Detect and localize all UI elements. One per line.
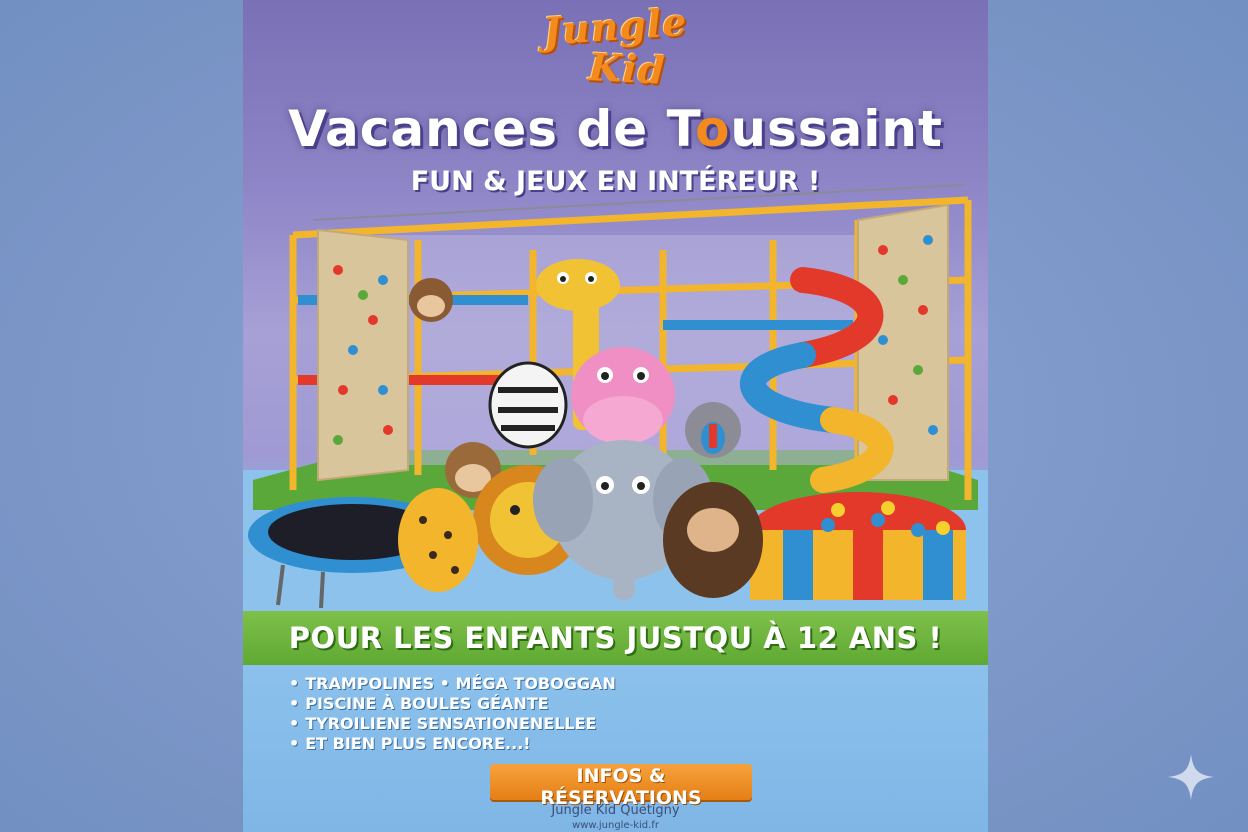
feature-list: TRAMPOLINES • MÉGA TOBOGGAN PISCINE À BO… xyxy=(289,674,749,754)
sparkle-icon xyxy=(1168,754,1214,800)
cheetah-character xyxy=(398,488,478,592)
climbing-wall-left xyxy=(317,228,409,482)
poster-headline: Vacances de Toussaint xyxy=(243,100,988,158)
zebra-character xyxy=(488,361,568,449)
jungle-kid-logo: Jungle Kid xyxy=(541,0,689,98)
event-poster: Jungle Kid Vacances de Toussaint FUN & J… xyxy=(243,0,988,832)
headline-part-1: Vacances de T xyxy=(288,100,696,158)
hippo-character xyxy=(571,347,675,444)
feature-item: ET BIEN PLUS ENCORE...! xyxy=(289,734,749,754)
feature-item: PISCINE À BOULES GÉANTE xyxy=(289,694,749,714)
venue-name: Jungle Kid Quetigny xyxy=(551,803,680,818)
logo-word-kid: Kid xyxy=(587,44,667,93)
ball-pit xyxy=(750,492,966,600)
playground-illustration xyxy=(243,184,988,612)
feature-item: TRAMPOLINES • MÉGA TOBOGGAN xyxy=(289,674,749,694)
headline-accent-letter: o xyxy=(695,100,731,158)
monkey-swinging-character xyxy=(409,278,453,322)
headline-part-2: ussaint xyxy=(730,100,943,158)
logo-word-jungle: Jungle xyxy=(541,0,689,54)
feature-item: TYROILIENE SENSATIONENELLEE xyxy=(289,714,749,734)
website-link[interactable]: www.jungle-kid.fr xyxy=(243,820,988,831)
mandrill-character xyxy=(685,402,741,458)
infos-reservations-button[interactable]: INFOS & RÉSERVATIONS xyxy=(490,764,752,809)
gorilla-character xyxy=(663,482,763,598)
age-banner: POUR LES ENFANTS JUSTQU À 12 ANS ! xyxy=(243,611,988,665)
age-banner-text: POUR LES ENFANTS JUSTQU À 12 ANS ! xyxy=(288,621,943,655)
